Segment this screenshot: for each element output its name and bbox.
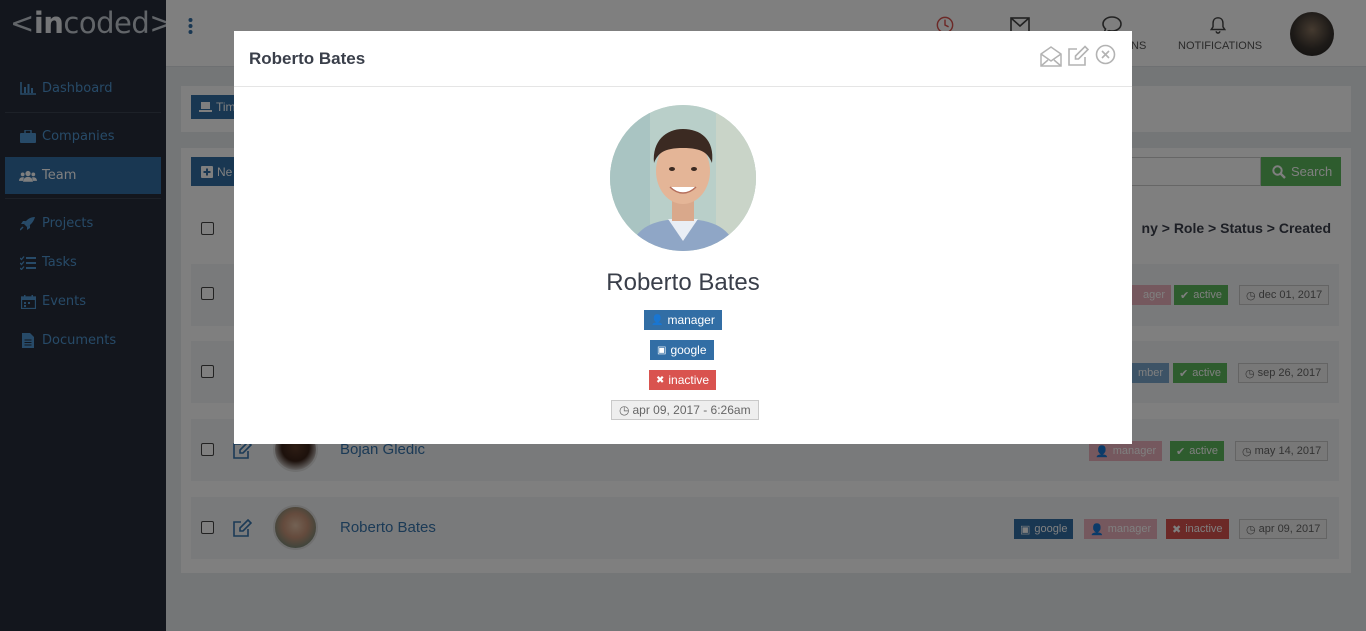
user-icon: 👤 [651,314,664,326]
created-date-label: apr 09, 2017 - 6:26am [632,403,751,417]
company-badge-label: google [670,343,707,357]
company-badge: ▣google [650,340,714,360]
status-badge: ✖inactive [649,370,717,390]
edit-icon[interactable] [1067,45,1089,67]
modal-title: Roberto Bates [249,49,366,68]
close-icon: ✖ [656,374,665,386]
created-date-badge: ◷ apr 09, 2017 - 6:26am [611,400,759,420]
role-badge: 👤manager [644,310,722,330]
role-badge-label: manager [667,313,715,327]
modal-header: Roberto Bates [234,31,1132,87]
profile-name: Roberto Bates [606,269,760,296]
clock-icon: ◷ [619,403,630,417]
status-badge-label: inactive [668,373,710,387]
profile-photo [610,105,756,251]
member-profile-modal: Roberto Bates Roberto Bates 👤 manager ▣ go… [234,31,1132,444]
envelope-open-icon[interactable] [1040,45,1062,67]
close-icon[interactable] [1095,44,1116,65]
briefcase-icon: ▣ [657,344,667,356]
